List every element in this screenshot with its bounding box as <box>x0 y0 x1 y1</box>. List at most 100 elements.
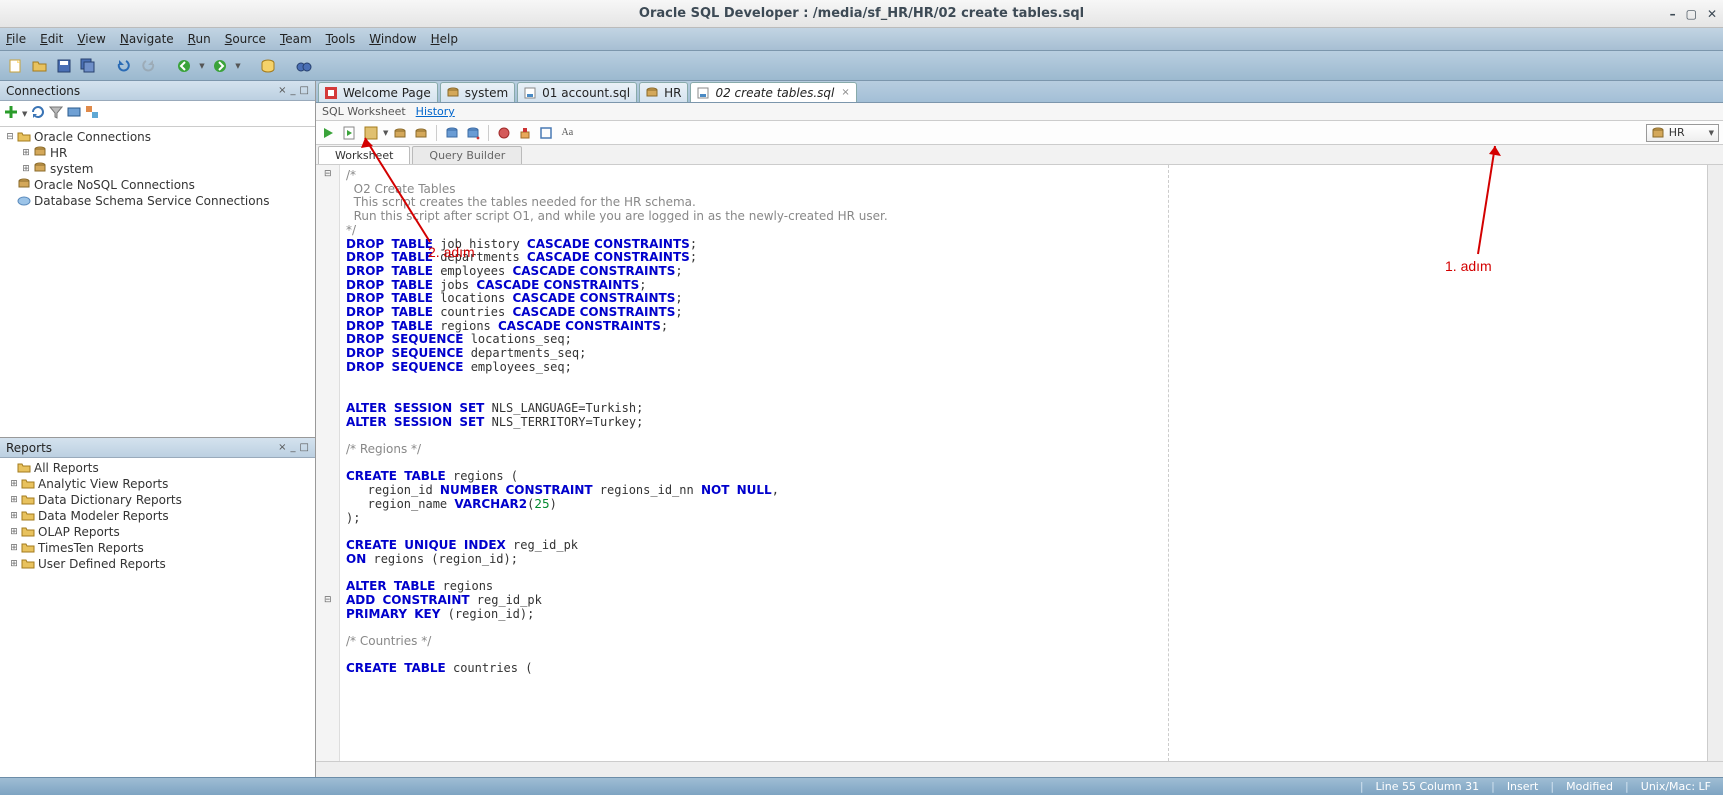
nav-forward-icon[interactable] <box>210 56 230 76</box>
menu-source[interactable]: Source <box>225 32 266 46</box>
connections-tree[interactable]: ⊟ Oracle Connections⊞HR⊞systemOracle NoSQ… <box>0 127 315 437</box>
color-icon[interactable] <box>85 105 99 122</box>
tab-01-account-sql[interactable]: 01 account.sql <box>517 82 637 102</box>
history-link[interactable]: History <box>416 105 455 118</box>
menu-edit[interactable]: Edit <box>40 32 63 46</box>
tree-icon <box>20 477 36 492</box>
expander-icon[interactable]: ⊞ <box>8 543 20 553</box>
panel-minimize-icon[interactable]: _ <box>291 442 296 453</box>
expander-icon[interactable]: ⊞ <box>8 511 20 521</box>
new-icon[interactable] <box>6 56 26 76</box>
vertical-scrollbar[interactable] <box>1707 165 1723 761</box>
tree-conn-hr[interactable]: ⊞HR <box>0 145 315 161</box>
fold-icon[interactable]: ⊟ <box>324 169 332 179</box>
undo-icon[interactable] <box>114 56 134 76</box>
tab-icon <box>646 87 660 99</box>
sql-icon[interactable] <box>258 56 278 76</box>
tree-report-data-dictionary-reports[interactable]: ⊞Data Dictionary Reports <box>0 492 315 508</box>
expander-icon[interactable]: ⊞ <box>20 148 32 158</box>
menu-team[interactable]: Team <box>280 32 312 46</box>
dropdown-icon[interactable]: ▼ <box>234 56 242 76</box>
expander-icon[interactable]: ⊞ <box>8 479 20 489</box>
minimize-icon[interactable]: – <box>1670 7 1676 21</box>
tab-hr[interactable]: HR <box>639 82 688 102</box>
tree-all-reports[interactable]: All Reports <box>0 460 315 476</box>
dropdown-icon[interactable]: ▼ <box>383 129 388 137</box>
new-connection-icon[interactable] <box>4 105 18 122</box>
menu-help[interactable]: Help <box>431 32 458 46</box>
menu-tools[interactable]: Tools <box>326 32 356 46</box>
dropdown-icon[interactable]: ▼ <box>22 110 27 118</box>
save-icon[interactable] <box>54 56 74 76</box>
run-icon[interactable] <box>320 124 338 142</box>
expander-icon[interactable]: ⊟ <box>4 132 16 142</box>
open-icon[interactable] <box>30 56 50 76</box>
worksheet-subheader: SQL Worksheet History <box>316 103 1723 121</box>
menubar: File Edit View Navigate Run Source Team Tools Wi… <box>0 28 1723 51</box>
tab-icon <box>325 87 339 99</box>
maximize-icon[interactable]: ▢ <box>1686 7 1697 21</box>
menu-file[interactable]: File <box>6 32 26 46</box>
menu-run[interactable]: Run <box>188 32 211 46</box>
clear-icon[interactable] <box>516 124 534 142</box>
run-script-icon[interactable] <box>341 124 359 142</box>
tab-worksheet[interactable]: Worksheet <box>318 146 410 164</box>
panel-minimize-icon[interactable]: _ <box>291 85 296 96</box>
expander-icon[interactable]: ⊞ <box>8 527 20 537</box>
tree-icon <box>16 194 32 209</box>
format-icon[interactable]: Aa <box>558 124 576 142</box>
tree-report-timesten-reports[interactable]: ⊞TimesTen Reports <box>0 540 315 556</box>
tree-schema-service[interactable]: Database Schema Service Connections <box>0 193 315 209</box>
tree-icon <box>32 162 48 177</box>
tab-icon <box>447 87 461 99</box>
panel-restore-icon[interactable]: □ <box>300 442 309 453</box>
tab-system[interactable]: system <box>440 82 515 102</box>
unshared-ws-icon[interactable] <box>495 124 513 142</box>
code-editor[interactable]: ⊟ ⊟ ⊟ /* O2 Create Tables This script cr… <box>316 165 1723 761</box>
menu-view[interactable]: View <box>77 32 105 46</box>
menu-navigate[interactable]: Navigate <box>120 32 174 46</box>
tree-report-olap-reports[interactable]: ⊞OLAP Reports <box>0 524 315 540</box>
tree-nosql[interactable]: Oracle NoSQL Connections <box>0 177 315 193</box>
tree-label: Oracle Connections <box>34 130 151 144</box>
nav-back-icon[interactable] <box>174 56 194 76</box>
tree-report-data-modeler-reports[interactable]: ⊞Data Modeler Reports <box>0 508 315 524</box>
tree-report-user-defined-reports[interactable]: ⊞User Defined Reports <box>0 556 315 572</box>
panel-restore-icon[interactable]: □ <box>300 85 309 96</box>
panel-close-icon[interactable]: × <box>278 85 286 96</box>
menu-window[interactable]: Window <box>369 32 416 46</box>
tree-icon <box>20 509 36 524</box>
redo-icon[interactable] <box>138 56 158 76</box>
status-mode: Insert <box>1507 780 1539 793</box>
tree-oracle-connections[interactable]: ⊟ Oracle Connections <box>0 129 315 145</box>
autotrace-icon[interactable] <box>391 124 409 142</box>
horizontal-scrollbar[interactable] <box>316 761 1723 777</box>
filter-icon[interactable] <box>49 105 63 122</box>
expander-icon[interactable]: ⊞ <box>8 495 20 505</box>
close-icon[interactable]: × <box>841 87 849 98</box>
tab-query-builder[interactable]: Query Builder <box>412 146 522 164</box>
binoculars-icon[interactable] <box>294 56 314 76</box>
explain-plan-icon[interactable] <box>362 124 380 142</box>
tns-icon[interactable] <box>67 105 81 122</box>
close-icon[interactable]: ✕ <box>1707 7 1717 21</box>
sql-tuning-icon[interactable] <box>412 124 430 142</box>
tree-conn-system[interactable]: ⊞system <box>0 161 315 177</box>
code-content[interactable]: /* O2 Create Tables This script creates … <box>340 165 1707 761</box>
save-all-icon[interactable] <box>78 56 98 76</box>
sql-history-icon[interactable] <box>537 124 555 142</box>
expander-icon[interactable]: ⊞ <box>20 164 32 174</box>
panel-close-icon[interactable]: × <box>278 442 286 453</box>
connection-selector[interactable]: HR ▼ <box>1646 124 1719 142</box>
tree-icon <box>20 557 36 572</box>
tab-02-create-tables-sql[interactable]: 02 create tables.sql× <box>690 82 856 102</box>
expander-icon[interactable]: ⊞ <box>8 559 20 569</box>
rollback-icon[interactable] <box>464 124 482 142</box>
dropdown-icon[interactable]: ▼ <box>198 56 206 76</box>
refresh-icon[interactable] <box>31 105 45 122</box>
reports-tree[interactable]: All Reports⊞Analytic View Reports⊞Data D… <box>0 458 315 777</box>
tree-report-analytic-view-reports[interactable]: ⊞Analytic View Reports <box>0 476 315 492</box>
fold-icon[interactable]: ⊟ <box>324 595 332 605</box>
tab-welcome-page[interactable]: Welcome Page <box>318 82 438 102</box>
commit-icon[interactable] <box>443 124 461 142</box>
